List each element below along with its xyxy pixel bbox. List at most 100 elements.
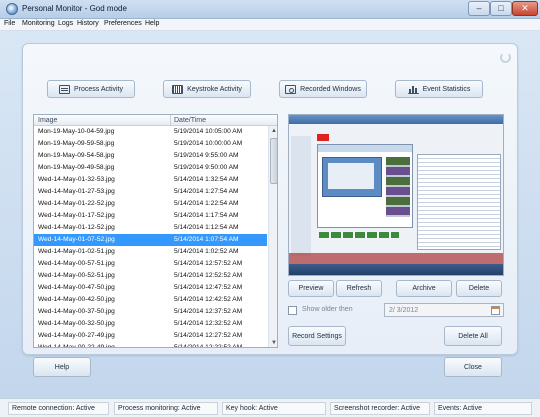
app-icon [6, 3, 18, 15]
table-row[interactable]: Wed-14-May-01-32-53.jpg 5/14/2014 1:32:54… [34, 174, 267, 186]
preview-table [417, 154, 501, 250]
record-settings-button[interactable]: Record Settings [288, 326, 346, 346]
table-row[interactable]: Wed-14-May-01-27-53.jpg 5/14/2014 1:27:54… [34, 186, 267, 198]
image-datetime: 5/14/2014 12:42:52 AM [174, 296, 243, 303]
table-row[interactable]: Wed-14-May-00-52-51.jpg 5/14/2014 12:52:5… [34, 270, 267, 282]
bar-chart-icon [407, 84, 419, 94]
archive-button[interactable]: Archive [396, 280, 452, 297]
list-rows: Mon-19-May-10-04-59.jpg 5/19/2014 10:05:0… [34, 126, 267, 348]
image-filename: Wed-14-May-00-22-49.jpg [38, 344, 115, 348]
image-datetime: 5/14/2014 12:37:52 AM [174, 308, 243, 315]
maximize-button[interactable]: □ [490, 1, 512, 16]
table-row[interactable]: Wed-14-May-01-17-52.jpg 5/14/2014 1:17:54… [34, 210, 267, 222]
keystroke-activity-label: Keystroke Activity [187, 85, 242, 93]
event-statistics-button[interactable]: Event Statistics [395, 80, 483, 98]
help-button[interactable]: Help [33, 357, 91, 377]
status-key-hook: Key hook: Active [222, 402, 326, 415]
menu-bar: File Monitoring Logs History Preferences… [0, 19, 540, 31]
column-header-image[interactable]: Image [38, 117, 57, 124]
calendar-icon[interactable] [491, 306, 500, 315]
status-events: Events: Active [434, 402, 532, 415]
menu-logs[interactable]: Logs [58, 20, 73, 27]
refresh-icon[interactable] [500, 52, 511, 63]
preview-strip [319, 232, 399, 238]
scroll-up-icon[interactable]: ▲ [270, 127, 277, 135]
image-datetime: 5/14/2014 1:02:52 AM [174, 248, 239, 255]
table-row[interactable]: Wed-14-May-00-37-50.jpg 5/14/2014 12:37:5… [34, 306, 267, 318]
table-row[interactable]: Wed-14-May-01-07-52.jpg 5/14/2014 1:07:54… [34, 234, 267, 246]
table-row[interactable]: Mon-19-May-10-04-59.jpg 5/19/2014 10:05:0… [34, 126, 267, 138]
image-datetime: 5/19/2014 9:55:00 AM [174, 152, 239, 159]
close-button[interactable]: Close [444, 357, 502, 377]
image-filename: Wed-14-May-01-27-53.jpg [38, 188, 115, 195]
delete-all-button[interactable]: Delete All [444, 326, 502, 346]
column-separator[interactable] [170, 115, 171, 126]
table-row[interactable]: Wed-14-May-00-22-49.jpg 5/14/2014 12:22:5… [34, 342, 267, 348]
table-row[interactable]: Wed-14-May-00-42-50.jpg 5/14/2014 12:42:5… [34, 294, 267, 306]
image-filename: Wed-14-May-00-52-51.jpg [38, 272, 115, 279]
image-filename: Wed-14-May-00-47-50.jpg [38, 284, 115, 291]
table-row[interactable]: Wed-14-May-00-47-50.jpg 5/14/2014 12:47:5… [34, 282, 267, 294]
show-older-checkbox[interactable] [288, 306, 297, 315]
list-scrollbar[interactable]: ▲ ▼ [268, 126, 277, 347]
process-activity-button[interactable]: Process Activity [47, 80, 135, 98]
preview-bottom-band [289, 253, 503, 264]
image-filename: Wed-14-May-00-27-49.jpg [38, 332, 115, 339]
preview-button[interactable]: Preview [288, 280, 334, 297]
image-filename: Wed-14-May-01-22-52.jpg [38, 200, 115, 207]
image-filename: Wed-14-May-01-32-53.jpg [38, 176, 115, 183]
delete-button[interactable]: Delete [456, 280, 502, 297]
table-row[interactable]: Mon-19-May-09-54-58.jpg 5/19/2014 9:55:00… [34, 150, 267, 162]
refresh-button[interactable]: Refresh [336, 280, 382, 297]
recorded-windows-button[interactable]: Recorded Windows [279, 80, 367, 98]
image-datetime: 5/14/2014 1:32:54 AM [174, 176, 239, 183]
preview-desktop [289, 124, 503, 264]
table-row[interactable]: Mon-19-May-09-49-58.jpg 5/19/2014 9:50:00… [34, 162, 267, 174]
status-process-monitoring: Process monitoring: Active [114, 402, 218, 415]
menu-history[interactable]: History [77, 20, 99, 27]
preview-titlebar [289, 115, 503, 124]
process-icon [58, 84, 70, 94]
status-screenshot-recorder: Screenshot recorder: Active [330, 402, 430, 415]
minimize-button[interactable]: – [468, 1, 490, 16]
image-datetime: 5/14/2014 12:27:52 AM [174, 332, 243, 339]
process-activity-label: Process Activity [73, 85, 123, 93]
keystroke-activity-button[interactable]: Keystroke Activity [163, 80, 251, 98]
image-datetime: 5/14/2014 1:17:54 AM [174, 212, 239, 219]
image-filename: Wed-14-May-01-12-52.jpg [38, 224, 115, 231]
menu-preferences[interactable]: Preferences [104, 20, 142, 27]
preview-taskbar [289, 264, 503, 275]
image-datetime: 5/14/2014 1:12:54 AM [174, 224, 239, 231]
image-datetime: 5/14/2014 12:57:52 AM [174, 260, 243, 267]
screenshot-list[interactable]: Image Date/Time Mon-19-May-10-04-59.jpg 5… [33, 114, 278, 348]
menu-monitoring[interactable]: Monitoring [22, 20, 55, 27]
keyboard-icon [172, 84, 184, 94]
event-statistics-label: Event Statistics [422, 85, 471, 93]
menu-help[interactable]: Help [145, 20, 159, 27]
table-row[interactable]: Wed-14-May-01-12-52.jpg 5/14/2014 1:12:54… [34, 222, 267, 234]
image-datetime: 5/14/2014 1:07:54 AM [174, 236, 239, 243]
table-row[interactable]: Wed-14-May-00-57-51.jpg 5/14/2014 12:57:5… [34, 258, 267, 270]
table-row[interactable]: Wed-14-May-00-27-49.jpg 5/14/2014 12:27:5… [34, 330, 267, 342]
main-panel: Process Activity Keystroke Activity Reco… [22, 43, 518, 355]
column-header-datetime[interactable]: Date/Time [174, 117, 206, 124]
show-older-label: Show older then [302, 306, 353, 313]
show-older-option[interactable]: Show older then [288, 305, 378, 317]
table-row[interactable]: Mon-19-May-09-59-58.jpg 5/19/2014 10:00:0… [34, 138, 267, 150]
image-filename: Wed-14-May-01-17-52.jpg [38, 212, 115, 219]
preview-window [317, 144, 413, 228]
image-filename: Wed-14-May-00-42-50.jpg [38, 296, 115, 303]
menu-file[interactable]: File [4, 20, 15, 27]
older-date-picker[interactable]: 2/ 3/2012 [384, 303, 504, 317]
image-datetime: 5/19/2014 10:05:00 AM [174, 128, 243, 135]
image-filename: Wed-14-May-00-37-50.jpg [38, 308, 115, 315]
scroll-thumb[interactable] [270, 138, 277, 184]
image-datetime: 5/14/2014 1:27:54 AM [174, 188, 239, 195]
image-filename: Wed-14-May-01-07-52.jpg [38, 236, 115, 243]
close-window-button[interactable]: ✕ [512, 1, 538, 16]
table-row[interactable]: Wed-14-May-01-02-51.jpg 5/14/2014 1:02:52… [34, 246, 267, 258]
image-filename: Wed-14-May-00-32-50.jpg [38, 320, 115, 327]
table-row[interactable]: Wed-14-May-01-22-52.jpg 5/14/2014 1:22:54… [34, 198, 267, 210]
table-row[interactable]: Wed-14-May-00-32-50.jpg 5/14/2014 12:32:5… [34, 318, 267, 330]
scroll-down-icon[interactable]: ▼ [270, 339, 277, 347]
